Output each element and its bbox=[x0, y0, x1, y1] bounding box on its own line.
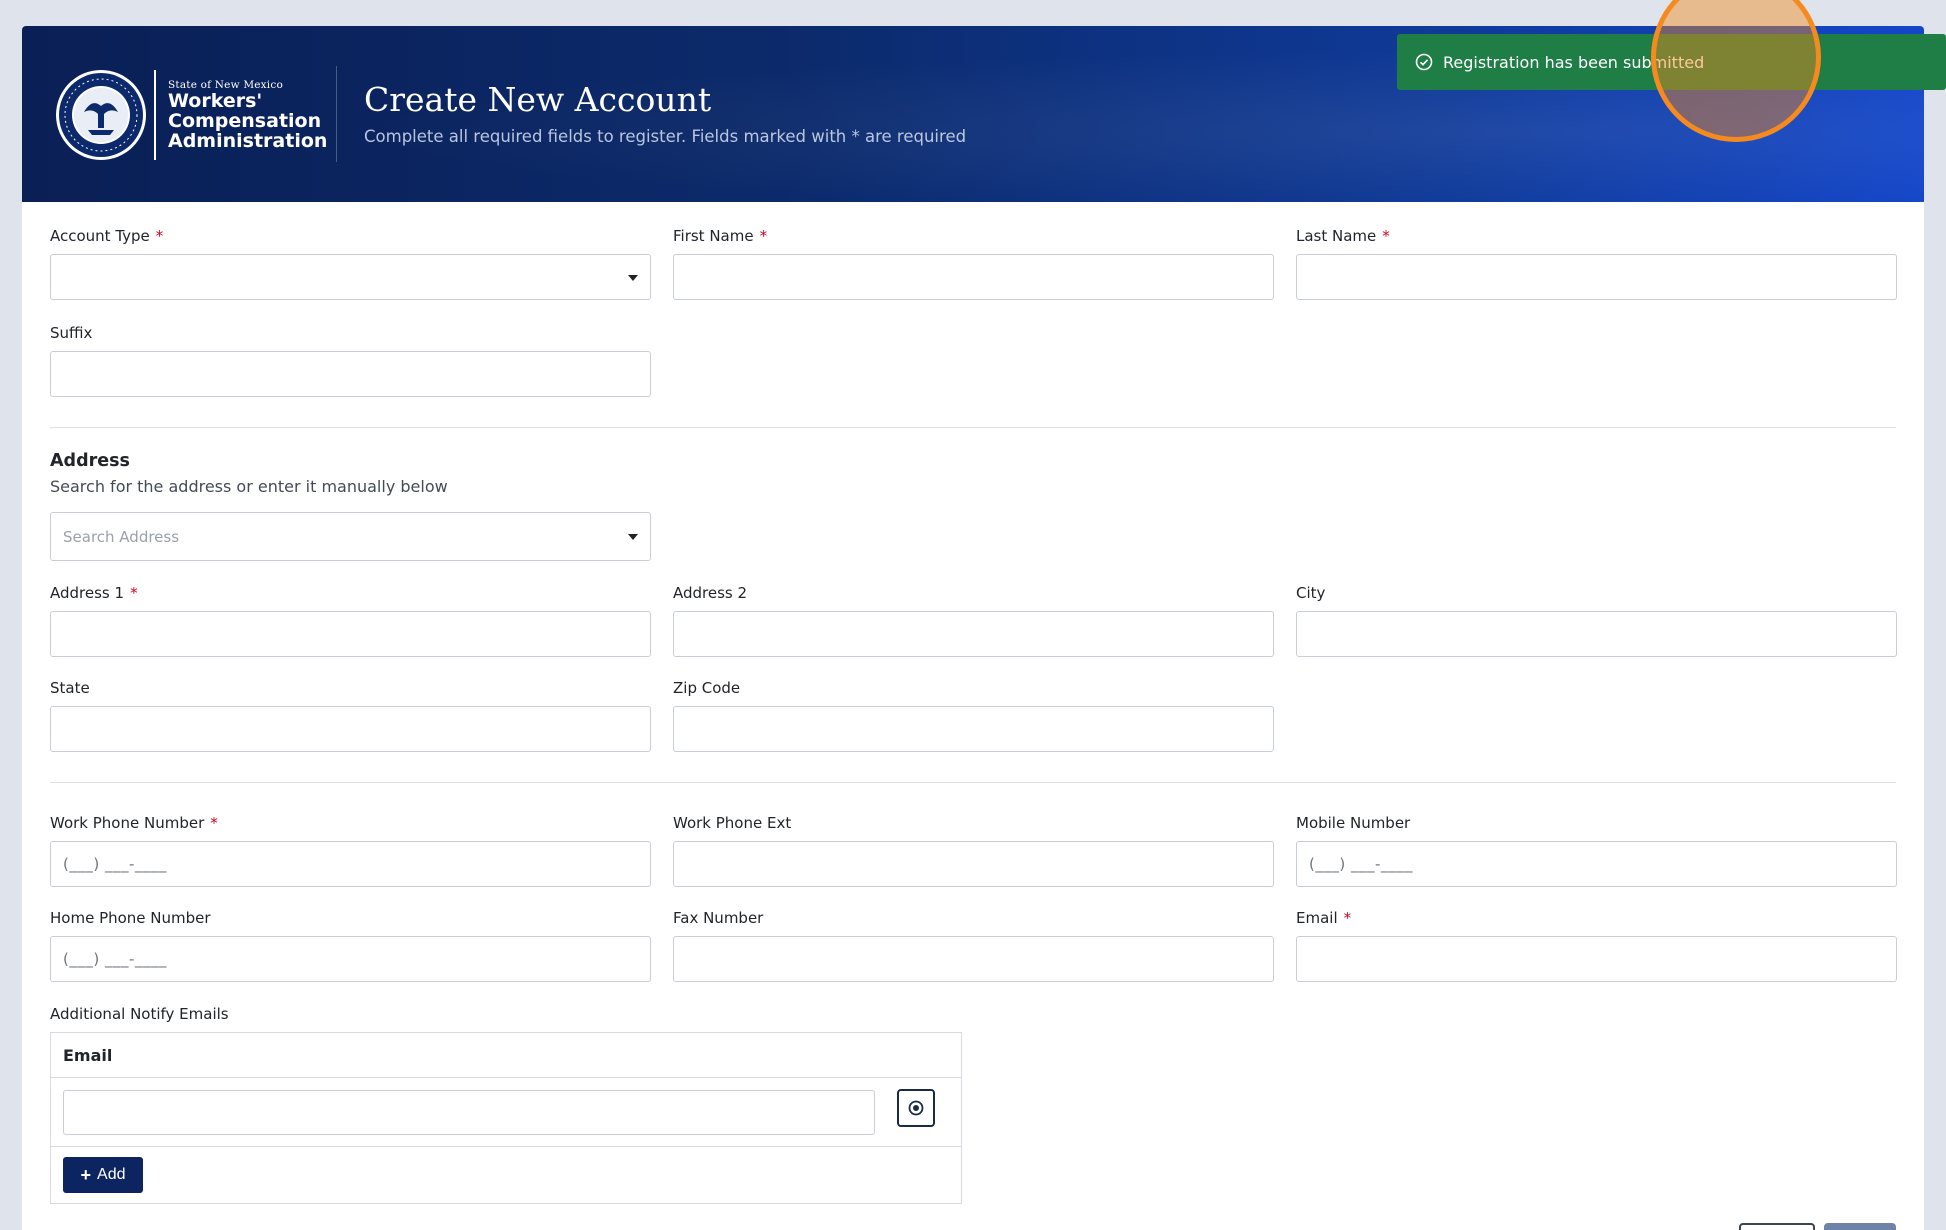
email-label: Email * bbox=[1296, 909, 1352, 927]
account-type-label: Account Type * bbox=[50, 227, 164, 245]
address-search-placeholder: Search Address bbox=[63, 527, 180, 546]
table-row bbox=[51, 1078, 961, 1147]
suffix-input[interactable] bbox=[50, 351, 651, 397]
city-input[interactable] bbox=[1296, 611, 1897, 657]
address1-label: Address 1 * bbox=[50, 584, 138, 602]
logo-line-2: Compensation bbox=[168, 110, 322, 132]
fax-number-input[interactable] bbox=[673, 936, 1274, 982]
submit-button[interactable] bbox=[1824, 1223, 1896, 1230]
notify-emails-column-header: Email bbox=[51, 1033, 961, 1078]
add-email-button[interactable]: + Add bbox=[63, 1157, 143, 1193]
first-name-input[interactable] bbox=[673, 254, 1274, 300]
address-search-select[interactable]: Search Address bbox=[50, 512, 651, 561]
registration-card: State of New Mexico Workers' Compensatio… bbox=[22, 26, 1924, 1230]
section-divider bbox=[50, 782, 1896, 783]
chevron-down-icon bbox=[628, 534, 638, 540]
state-seal-logo bbox=[56, 70, 146, 160]
agency-logo-text: State of New Mexico Workers' Compensatio… bbox=[168, 79, 327, 151]
section-divider bbox=[50, 427, 1896, 428]
page-subtitle: Complete all required fields to register… bbox=[364, 127, 967, 146]
address-section-title: Address bbox=[50, 451, 130, 471]
last-name-input[interactable] bbox=[1296, 254, 1897, 300]
notify-emails-label: Additional Notify Emails bbox=[50, 1005, 229, 1023]
cancel-button[interactable] bbox=[1739, 1223, 1815, 1230]
address2-input[interactable] bbox=[673, 611, 1274, 657]
mobile-number-input[interactable]: (___) ___-____ bbox=[1296, 841, 1897, 887]
address2-label: Address 2 bbox=[673, 584, 748, 602]
logo-line-3: Administration bbox=[168, 130, 328, 152]
home-phone-mask: (___) ___-____ bbox=[63, 950, 167, 968]
logo-state-name: State of New Mexico bbox=[168, 79, 283, 91]
home-phone-input[interactable]: (___) ___-____ bbox=[50, 936, 651, 982]
fax-number-label: Fax Number bbox=[673, 909, 764, 927]
logo-divider bbox=[154, 70, 156, 160]
logo-line-1: Workers' bbox=[168, 90, 263, 112]
account-type-select[interactable] bbox=[50, 254, 651, 300]
state-input[interactable] bbox=[50, 706, 651, 752]
last-name-label: Last Name * bbox=[1296, 227, 1390, 245]
address-section-description: Search for the address or enter it manua… bbox=[50, 477, 448, 496]
remove-circle-icon bbox=[908, 1100, 924, 1116]
work-phone-label: Work Phone Number * bbox=[50, 814, 218, 832]
work-phone-mask: (___) ___-____ bbox=[63, 855, 167, 873]
first-name-label: First Name * bbox=[673, 227, 768, 245]
zip-code-label: Zip Code bbox=[673, 679, 741, 697]
notify-emails-table: Email + Add bbox=[50, 1032, 962, 1204]
remove-email-button[interactable] bbox=[897, 1089, 935, 1127]
work-phone-ext-input[interactable] bbox=[673, 841, 1274, 887]
city-label: City bbox=[1296, 584, 1326, 602]
state-label: State bbox=[50, 679, 90, 697]
notify-email-input[interactable] bbox=[63, 1090, 875, 1135]
home-phone-label: Home Phone Number bbox=[50, 909, 211, 927]
suffix-label: Suffix bbox=[50, 324, 93, 342]
mobile-number-label: Mobile Number bbox=[1296, 814, 1411, 832]
check-circle-icon bbox=[1415, 53, 1433, 71]
address1-input[interactable] bbox=[50, 611, 651, 657]
plus-icon: + bbox=[80, 1164, 92, 1185]
page-title: Create New Account bbox=[364, 80, 712, 119]
chevron-down-icon bbox=[628, 275, 638, 281]
work-phone-input[interactable]: (___) ___-____ bbox=[50, 841, 651, 887]
email-input[interactable] bbox=[1296, 936, 1897, 982]
zip-code-input[interactable] bbox=[673, 706, 1274, 752]
header-divider bbox=[336, 66, 337, 162]
work-phone-ext-label: Work Phone Ext bbox=[673, 814, 792, 832]
add-email-button-label: Add bbox=[97, 1166, 126, 1183]
mobile-number-mask: (___) ___-____ bbox=[1309, 855, 1413, 873]
